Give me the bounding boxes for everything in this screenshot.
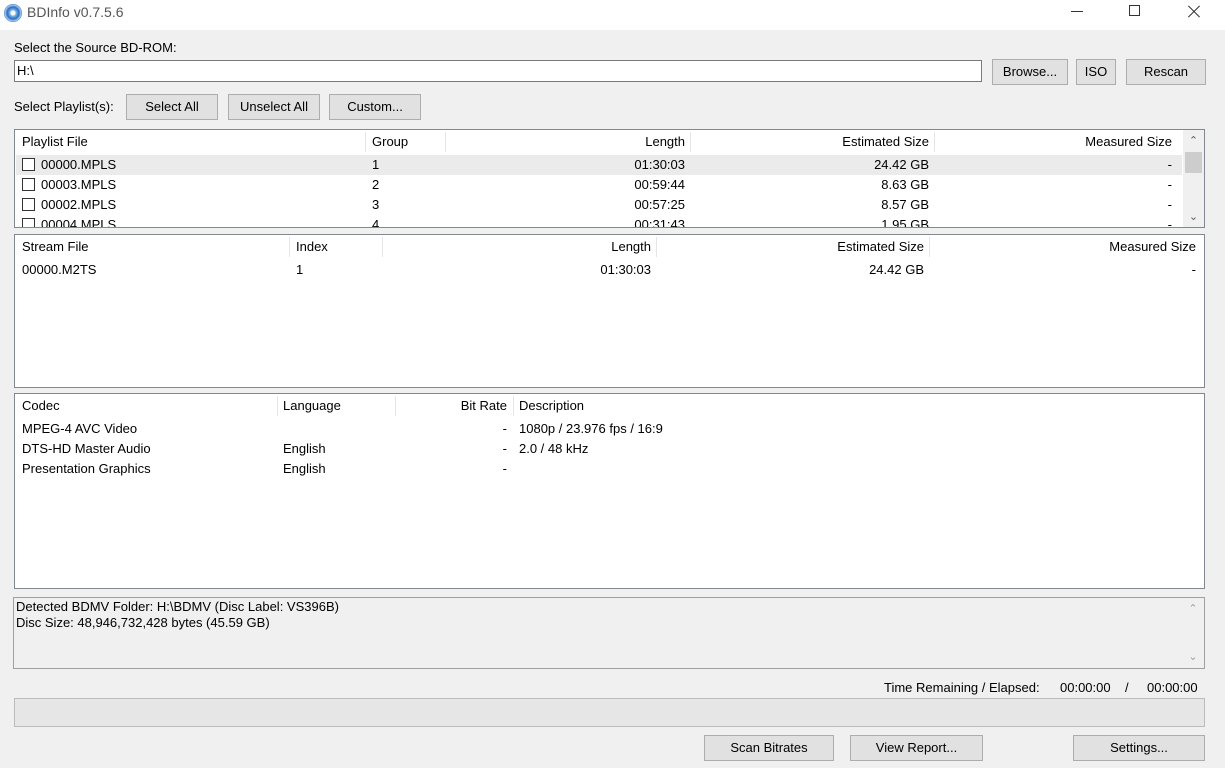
playlist-estimated-size: 1.95 GB — [881, 217, 929, 228]
codec-description: 1080p / 23.976 fps / 16:9 — [519, 421, 663, 436]
iso-button[interactable]: ISO — [1076, 59, 1116, 85]
scan-progress-bar — [14, 698, 1205, 727]
log-line-disc-size: Disc Size: 48,946,732,428 bytes (45.59 G… — [16, 615, 270, 630]
scroll-up-icon[interactable]: ⌃ — [1182, 602, 1204, 616]
column-header-measured-size[interactable]: Measured Size — [930, 235, 1196, 259]
source-label: Select the Source BD-ROM: — [14, 40, 177, 55]
playlist-group: 1 — [372, 157, 380, 172]
codec-name: Presentation Graphics — [22, 461, 151, 476]
codec-language: English — [283, 441, 326, 456]
playlist-file: 00003.MPLS — [41, 177, 117, 192]
column-header-description[interactable]: Description — [519, 394, 584, 418]
column-header-measured-size[interactable]: Measured Size — [935, 130, 1172, 154]
scroll-down-icon[interactable]: ⌄ — [1182, 650, 1204, 664]
stream-file-list[interactable]: Stream File Index Length Estimated Size … — [14, 234, 1205, 388]
codec-bit-rate: - — [502, 441, 507, 456]
time-label: Time Remaining / Elapsed: — [884, 680, 1040, 695]
log-scrollbar[interactable]: ⌃ ⌄ — [1182, 598, 1204, 668]
playlist-estimated-size: 8.63 GB — [881, 177, 929, 192]
codec-list[interactable]: Codec Language Bit Rate Description MPEG… — [14, 393, 1205, 589]
stream-length: 01:30:03 — [600, 262, 651, 277]
codec-name: DTS-HD Master Audio — [22, 441, 151, 456]
playlist-file: 00002.MPLS — [41, 197, 117, 212]
select-playlists-label: Select Playlist(s): — [14, 99, 114, 114]
browse-button[interactable]: Browse... — [992, 59, 1068, 85]
playlist-checkbox[interactable] — [22, 218, 35, 227]
maximize-button[interactable] — [1106, 0, 1164, 30]
column-header-playlist-file[interactable]: Playlist File — [22, 130, 88, 154]
column-header-bit-rate[interactable]: Bit Rate — [396, 394, 507, 418]
view-report-button[interactable]: View Report... — [850, 735, 983, 761]
column-header-length[interactable]: Length — [383, 235, 651, 259]
maximize-icon — [1129, 5, 1140, 16]
stream-index: 1 — [296, 262, 304, 277]
playlist-group: 2 — [372, 177, 380, 192]
playlist-list[interactable]: Playlist File Group Length Estimated Siz… — [14, 129, 1205, 228]
playlist-group: 4 — [372, 217, 380, 228]
stream-measured-size: - — [1191, 262, 1196, 277]
column-header-estimated-size[interactable]: Estimated Size — [657, 235, 924, 259]
window-title: BDInfo v0.7.5.6 — [27, 4, 124, 20]
playlist-length: 01:30:03 — [634, 157, 685, 172]
settings-button[interactable]: Settings... — [1073, 735, 1205, 761]
playlist-checkbox[interactable] — [22, 158, 35, 171]
scroll-down-icon[interactable]: ⌄ — [1183, 210, 1204, 224]
codec-name: MPEG-4 AVC Video — [22, 421, 138, 436]
playlist-file: 00000.MPLS — [41, 157, 117, 172]
playlist-length: 00:59:44 — [634, 177, 685, 192]
playlist-length: 00:57:25 — [634, 197, 685, 212]
playlist-checkbox[interactable] — [22, 198, 35, 211]
scroll-thumb[interactable] — [1185, 152, 1202, 173]
column-header-codec[interactable]: Codec — [22, 394, 60, 418]
playlist-measured-size: - — [1167, 217, 1172, 228]
codec-description: 2.0 / 48 kHz — [519, 441, 589, 456]
playlist-estimated-size: 24.42 GB — [874, 157, 929, 172]
scan-bitrates-button[interactable]: Scan Bitrates — [704, 735, 834, 761]
codec-language: English — [283, 461, 326, 476]
close-button[interactable] — [1164, 0, 1222, 30]
column-header-stream-file[interactable]: Stream File — [22, 235, 88, 259]
stream-file: 00000.M2TS — [22, 262, 97, 277]
playlist-measured-size: - — [1167, 177, 1172, 192]
minimize-icon — [1071, 11, 1083, 12]
playlist-checkbox[interactable] — [22, 178, 35, 191]
rescan-button[interactable]: Rescan — [1126, 59, 1206, 85]
time-elapsed: 00:00:00 — [1147, 680, 1198, 695]
playlist-measured-size: - — [1167, 197, 1172, 212]
status-log[interactable]: Detected BDMV Folder: H:\BDMV (Disc Labe… — [13, 597, 1205, 669]
bdinfo-disc-icon — [4, 4, 22, 22]
scroll-up-icon[interactable]: ⌃ — [1183, 134, 1204, 148]
playlist-length: 00:31:43 — [634, 217, 685, 228]
playlist-estimated-size: 8.57 GB — [881, 197, 929, 212]
codec-bit-rate: - — [502, 421, 507, 436]
title-bar: BDInfo v0.7.5.6 — [0, 0, 1225, 30]
source-path-input[interactable]: H:\ — [14, 60, 982, 82]
minimize-button[interactable] — [1048, 0, 1106, 30]
custom-button[interactable]: Custom... — [329, 94, 421, 120]
log-line-detected-folder: Detected BDMV Folder: H:\BDMV (Disc Labe… — [16, 599, 339, 614]
column-header-index[interactable]: Index — [296, 235, 328, 259]
playlist-scrollbar[interactable]: ⌃ ⌄ — [1183, 130, 1204, 227]
time-remaining: 00:00:00 — [1060, 680, 1111, 695]
playlist-file: 00004.MPLS — [41, 217, 117, 228]
unselect-all-button[interactable]: Unselect All — [228, 94, 320, 120]
time-separator: / — [1125, 680, 1129, 695]
codec-bit-rate: - — [502, 461, 507, 476]
column-header-estimated-size[interactable]: Estimated Size — [691, 130, 929, 154]
column-header-group[interactable]: Group — [372, 130, 408, 154]
column-header-length[interactable]: Length — [446, 130, 685, 154]
playlist-group: 3 — [372, 197, 380, 212]
playlist-measured-size: - — [1167, 157, 1172, 172]
column-header-language[interactable]: Language — [283, 394, 341, 418]
select-all-button[interactable]: Select All — [126, 94, 218, 120]
stream-estimated-size: 24.42 GB — [869, 262, 924, 277]
